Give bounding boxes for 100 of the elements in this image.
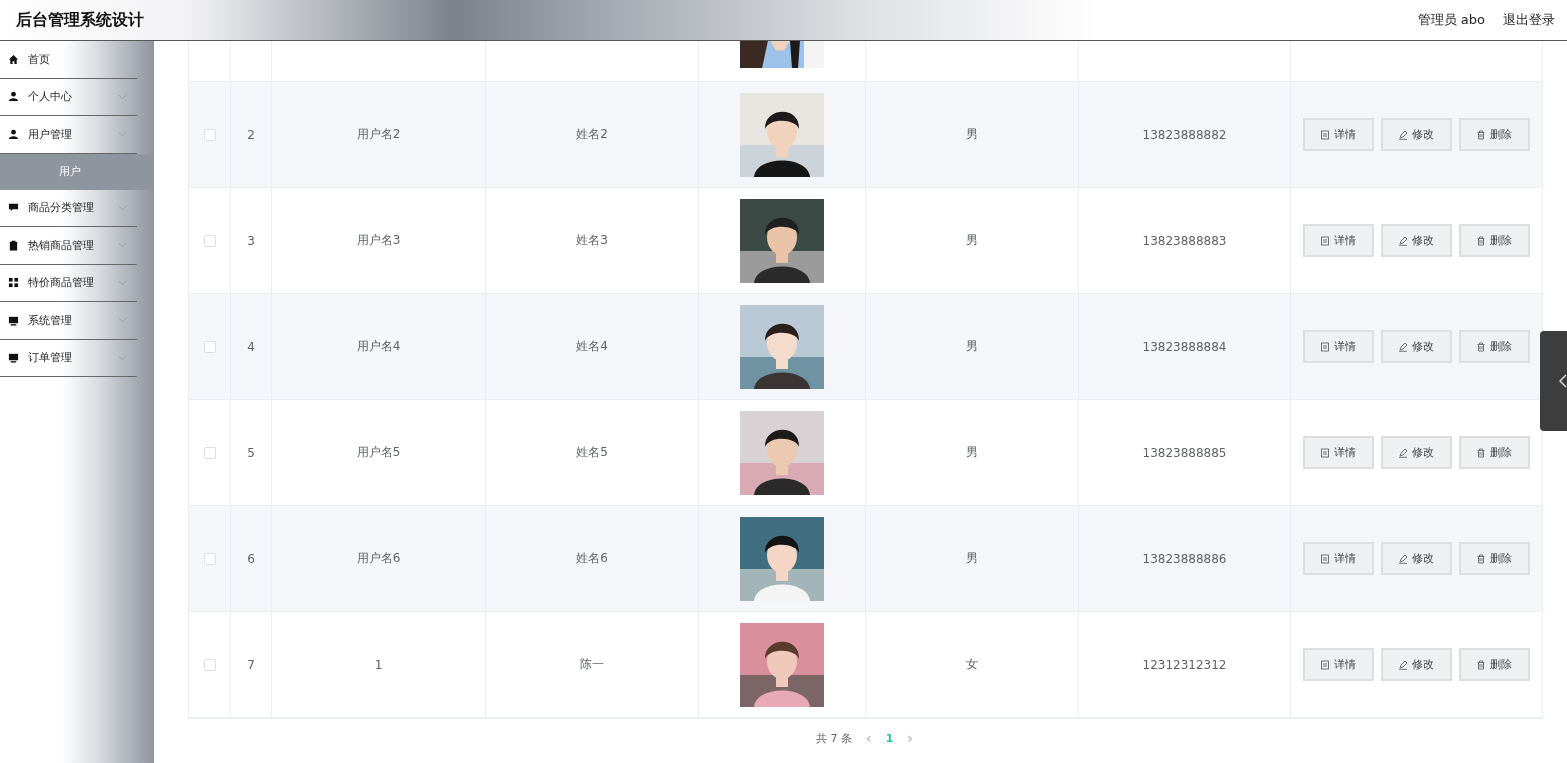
table-cell: 陈一 xyxy=(580,656,604,673)
document-icon xyxy=(1320,447,1330,458)
document-icon xyxy=(1320,553,1330,564)
chevron-down-icon xyxy=(118,354,127,361)
table-cell: 13823888883 xyxy=(1142,233,1227,248)
row-checkbox[interactable] xyxy=(203,552,216,565)
chevron-down-icon xyxy=(118,317,127,324)
table-cell: 姓名5 xyxy=(576,444,608,461)
document-icon xyxy=(1320,341,1330,352)
menu-item[interactable]: 用户管理 xyxy=(0,116,137,154)
admin-name: 管理员 abo xyxy=(1417,11,1485,29)
table-cell: 用户名2 xyxy=(356,126,401,143)
edit-button[interactable]: 修改 xyxy=(1380,542,1452,575)
row-checkbox[interactable] xyxy=(203,234,216,247)
table-cell: 13823888885 xyxy=(1142,445,1227,460)
menu-item[interactable]: 商品分类管理 xyxy=(0,189,137,227)
table-cell: 姓名3 xyxy=(576,232,608,249)
detail-button[interactable]: 详情 xyxy=(1302,224,1374,257)
clipboard-icon xyxy=(8,239,19,251)
edit-button[interactable]: 修改 xyxy=(1380,224,1452,257)
pen-icon xyxy=(1398,129,1408,140)
menu-item[interactable]: 订单管理 xyxy=(0,339,137,377)
trash-icon xyxy=(1476,553,1486,564)
trash-icon xyxy=(1476,341,1486,352)
table-cell: 男 xyxy=(966,550,978,567)
table-cell: 用户名4 xyxy=(356,338,401,355)
chevron-down-icon xyxy=(118,93,127,100)
trash-icon xyxy=(1476,447,1486,458)
menu-item[interactable]: 个人中心 xyxy=(0,78,137,116)
detail-button[interactable]: 详情 xyxy=(1302,648,1374,681)
row-checkbox[interactable] xyxy=(203,658,216,671)
edit-button[interactable]: 修改 xyxy=(1380,436,1452,469)
pen-icon xyxy=(1398,447,1408,458)
row-checkbox[interactable] xyxy=(203,340,216,353)
menu-item[interactable]: 首页 xyxy=(0,41,137,79)
table-cell: 男 xyxy=(966,338,978,355)
table-cell: 姓名6 xyxy=(576,550,608,567)
chevron-left-icon xyxy=(1559,374,1567,388)
detail-button[interactable]: 详情 xyxy=(1302,542,1374,575)
table-cell: 3 xyxy=(247,233,255,248)
detail-button[interactable]: 详情 xyxy=(1302,436,1374,469)
chevron-down-icon xyxy=(118,204,127,211)
side-drawer-tab[interactable] xyxy=(1540,331,1567,431)
detail-button[interactable]: 详情 xyxy=(1302,330,1374,363)
app-title: 后台管理系统设计 xyxy=(16,9,144,31)
table-cell: 6 xyxy=(247,551,255,566)
pen-icon xyxy=(1398,553,1408,564)
logout-link[interactable]: 退出登录 xyxy=(1503,11,1555,29)
trash-icon xyxy=(1476,235,1486,246)
document-icon xyxy=(1320,129,1330,140)
person-icon xyxy=(8,128,19,140)
chevron-down-icon xyxy=(118,131,127,138)
person-icon xyxy=(8,91,19,103)
edit-button[interactable]: 修改 xyxy=(1380,118,1452,151)
trash-icon xyxy=(1476,659,1486,670)
document-icon xyxy=(1320,235,1330,246)
delete-button[interactable]: 删除 xyxy=(1458,648,1530,681)
detail-button[interactable]: 详情 xyxy=(1302,118,1374,151)
pen-icon xyxy=(1398,235,1408,246)
grid-icon xyxy=(8,277,19,289)
menu-item[interactable]: 系统管理 xyxy=(0,302,137,340)
delete-button[interactable]: 删除 xyxy=(1458,330,1530,363)
delete-button[interactable]: 删除 xyxy=(1458,542,1530,575)
table-cell: 用户名3 xyxy=(356,232,401,249)
table-cell: 12312312312 xyxy=(1142,657,1227,672)
trash-icon xyxy=(1476,129,1486,140)
table-cell: 1 xyxy=(374,657,383,672)
table-cell: 男 xyxy=(966,126,978,143)
delete-button[interactable]: 删除 xyxy=(1458,224,1530,257)
chevron-down-icon xyxy=(118,279,127,286)
table-cell: 男 xyxy=(966,232,978,249)
chevron-down-icon xyxy=(118,242,127,249)
delete-button[interactable]: 删除 xyxy=(1458,436,1530,469)
row-checkbox[interactable] xyxy=(203,128,216,141)
table-cell: 5 xyxy=(247,445,255,460)
table-cell: 姓名2 xyxy=(576,126,608,143)
table-cell: 13823888882 xyxy=(1142,127,1227,142)
table-cell: 13823888884 xyxy=(1142,339,1227,354)
table-cell: 男 xyxy=(966,444,978,461)
table-cell: 姓名4 xyxy=(576,338,608,355)
home-icon xyxy=(8,53,19,65)
menu-item[interactable]: 热销商品管理 xyxy=(0,227,137,265)
delete-button[interactable]: 删除 xyxy=(1458,118,1530,151)
table-cell: 7 xyxy=(247,657,255,672)
pen-icon xyxy=(1398,659,1408,670)
table-cell: 女 xyxy=(966,656,978,673)
pen-icon xyxy=(1398,341,1408,352)
table-cell: 用户名6 xyxy=(356,550,401,567)
row-checkbox[interactable] xyxy=(203,446,216,459)
menu-item[interactable]: 特价商品管理 xyxy=(0,264,137,302)
table-cell: 13823888886 xyxy=(1142,551,1227,566)
table-cell: 用户名5 xyxy=(356,444,401,461)
edit-button[interactable]: 修改 xyxy=(1380,648,1452,681)
table-cell: 4 xyxy=(247,339,255,354)
monitor-icon xyxy=(8,352,19,364)
edit-button[interactable]: 修改 xyxy=(1380,330,1452,363)
document-icon xyxy=(1320,659,1330,670)
monitor-icon xyxy=(8,314,19,326)
table-cell: 2 xyxy=(247,127,255,142)
total-count: 共 7 条 xyxy=(816,730,853,746)
